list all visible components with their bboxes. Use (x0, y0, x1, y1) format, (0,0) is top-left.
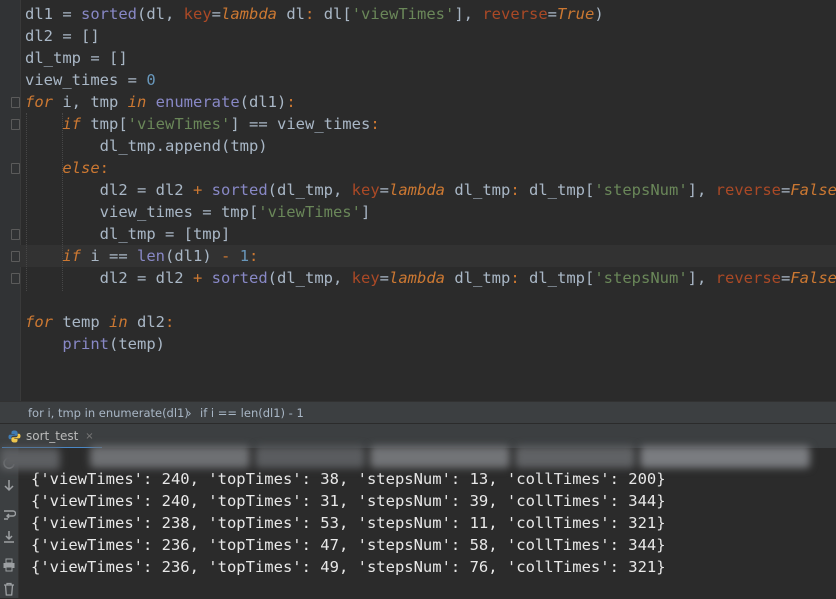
code-line[interactable]: view_times = tmp['viewTimes'] (25, 201, 371, 223)
code-line[interactable]: for i, tmp in enumerate(dl1): (25, 91, 296, 113)
code-line[interactable]: dl1 = sorted(dl, key=lambda dl: dl['view… (25, 3, 604, 25)
code-line[interactable]: if tmp['viewTimes'] == view_times: (25, 113, 379, 135)
fold-marker-icon[interactable] (11, 251, 20, 262)
blurred-text (370, 446, 510, 468)
breadcrumb-separator: › (187, 406, 192, 420)
fold-marker-icon[interactable] (11, 97, 20, 108)
tab-sort-test[interactable]: sort_test × (2, 426, 102, 449)
blurred-text (0, 448, 60, 470)
soft-wrap-icon[interactable] (2, 508, 17, 522)
blurred-text (255, 446, 365, 468)
code-line[interactable]: else: (25, 157, 109, 179)
breadcrumb: for i, tmp in enumerate(dl1) › if i == l… (0, 401, 836, 424)
code-line[interactable]: dl_tmp.append(tmp) (25, 135, 268, 157)
fold-marker-icon[interactable] (11, 229, 20, 240)
print-icon[interactable] (2, 558, 16, 572)
tab-label: sort_test (26, 429, 79, 443)
console-line: {'viewTimes': 240, 'topTimes': 38, 'step… (31, 470, 666, 488)
code-editor[interactable]: dl1 = sorted(dl, key=lambda dl: dl['view… (0, 0, 836, 401)
console-line: {'viewTimes': 236, 'topTimes': 47, 'step… (31, 536, 666, 554)
breadcrumb-item-for-loop[interactable]: for i, tmp in enumerate(dl1) (28, 402, 189, 424)
fold-marker-icon[interactable] (11, 119, 20, 130)
trash-icon[interactable] (2, 582, 16, 596)
code-line[interactable]: print(temp) (25, 333, 165, 355)
console-output[interactable]: {'viewTimes': 240, 'topTimes': 38, 'step… (19, 448, 836, 598)
code-line[interactable]: view_times = 0 (25, 69, 156, 91)
code-line[interactable]: if i == len(dl1) - 1: (25, 245, 258, 267)
blurred-text (90, 446, 250, 468)
python-icon (8, 430, 21, 443)
code-line[interactable]: dl2 = dl2 + sorted(dl_tmp, key=lambda dl… (25, 267, 836, 289)
arrow-down-icon[interactable] (2, 478, 16, 492)
blurred-text (515, 446, 635, 468)
console-line: {'viewTimes': 238, 'topTimes': 53, 'step… (31, 514, 666, 532)
console-line: {'viewTimes': 240, 'topTimes': 31, 'step… (31, 492, 666, 510)
code-line[interactable]: dl2 = [] (25, 25, 100, 47)
scroll-to-end-icon[interactable] (2, 530, 16, 544)
fold-marker-icon[interactable] (11, 163, 20, 174)
close-icon[interactable]: × (85, 426, 93, 447)
code-line[interactable]: dl_tmp = [tmp] (25, 223, 231, 245)
code-line[interactable]: dl_tmp = [] (25, 47, 128, 69)
code-line[interactable]: dl2 = dl2 + sorted(dl_tmp, key=lambda dl… (25, 179, 836, 201)
console-line: {'viewTimes': 236, 'topTimes': 49, 'step… (31, 558, 666, 576)
fold-marker-icon[interactable] (11, 273, 20, 284)
code-line[interactable]: for temp in dl2: (25, 311, 174, 333)
blurred-text (640, 446, 810, 468)
editor-gutter (0, 0, 21, 401)
run-toolbar (0, 448, 19, 598)
breadcrumb-item-if-statement[interactable]: if i == len(dl1) - 1 (200, 402, 304, 424)
